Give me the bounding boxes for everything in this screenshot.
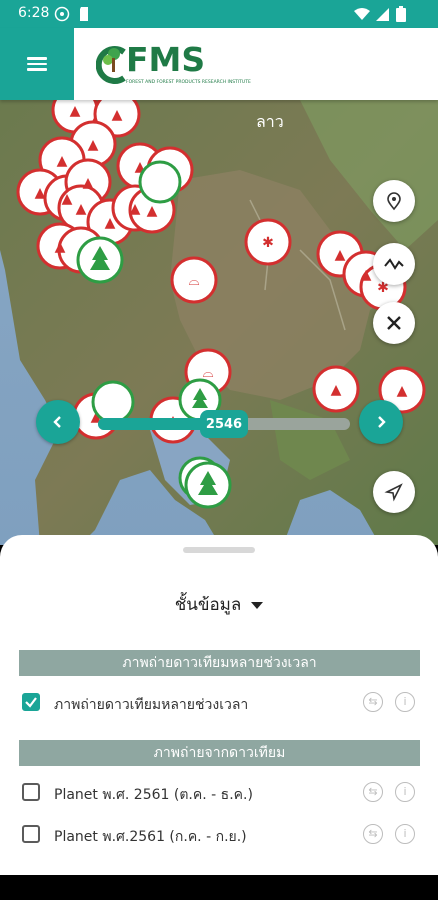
svg-text:▲: ▲ — [112, 107, 123, 123]
svg-text:✱: ✱ — [262, 235, 274, 251]
svg-text:▲: ▲ — [83, 175, 94, 191]
chevron-left-icon — [53, 416, 61, 428]
info-icon[interactable]: i — [395, 692, 415, 712]
measure-button[interactable] — [373, 243, 415, 285]
system-navigation-bar — [0, 875, 438, 900]
app-bar: FMS FOREST AND FOREST PRODUCTS RESEARCH … — [0, 28, 438, 100]
layer-selector[interactable]: ชั้นข้อมูล — [0, 591, 438, 618]
battery-icon — [396, 6, 406, 26]
layers-bottom-sheet: ชั้นข้อมูล ภาพถ่ายดาวเทียมหลายช่วงเวลา ภ… — [0, 535, 438, 875]
app-logo: FMS FOREST AND FOREST PRODUCTS RESEARCH … — [96, 40, 251, 92]
status-bar: 6:28 — [0, 0, 438, 28]
svg-text:⌓: ⌓ — [188, 273, 199, 289]
map-view[interactable]: ลาว ▲ ▲ ▲ ▲ ▲ ▲ ▲ ▲ ▲ ▲ ▲ ▲ ▲ ✱ ⌓ ▲ ▲ ✱ … — [0, 100, 438, 545]
previous-year-button[interactable] — [36, 400, 80, 444]
svg-text:▲: ▲ — [335, 247, 346, 263]
next-year-button[interactable] — [359, 400, 403, 444]
layer-row-planet-oct-dec[interactable]: Planet พ.ศ. 2561 (ต.ค. - ธ.ค.) ⇆ i — [19, 773, 420, 813]
my-location-button[interactable] — [373, 471, 415, 513]
check-icon — [25, 697, 37, 708]
opacity-icon[interactable]: ⇆ — [363, 692, 383, 712]
svg-text:▲: ▲ — [70, 103, 81, 119]
section-header-multitemporal: ภาพถ่ายดาวเทียมหลายช่วงเวลา — [19, 650, 420, 676]
settings-icon — [54, 6, 70, 26]
wifi-icon — [353, 6, 371, 26]
svg-text:▲: ▲ — [57, 153, 68, 169]
navigation-arrow-icon — [384, 483, 403, 502]
year-slider-thumb[interactable]: 2546 — [200, 410, 248, 438]
svg-text:▲: ▲ — [147, 203, 158, 219]
svg-text:▲: ▲ — [331, 382, 342, 398]
svg-text:▲: ▲ — [397, 383, 408, 399]
svg-text:▲: ▲ — [35, 185, 46, 201]
info-icon[interactable]: i — [395, 782, 415, 802]
sim-icon — [78, 6, 90, 26]
hamburger-icon — [27, 54, 47, 74]
svg-text:⌓: ⌓ — [202, 365, 213, 381]
info-icon[interactable]: i — [395, 824, 415, 844]
opacity-icon[interactable]: ⇆ — [363, 782, 383, 802]
svg-text:▲: ▲ — [76, 201, 87, 217]
checkbox[interactable] — [22, 693, 40, 711]
logo-subtitle: FOREST AND FOREST PRODUCTS RESEARCH INST… — [126, 80, 251, 85]
close-icon — [387, 316, 401, 330]
svg-text:▲: ▲ — [55, 239, 66, 255]
svg-text:▲: ▲ — [88, 137, 99, 153]
logo-text: FMS — [126, 40, 206, 79]
zigzag-icon — [384, 258, 404, 270]
caret-down-icon — [251, 601, 264, 609]
map-pin-icon — [387, 192, 401, 211]
layer-title: ชั้นข้อมูล — [174, 595, 242, 615]
signal-icon — [374, 6, 390, 26]
menu-button[interactable] — [0, 28, 74, 100]
svg-text:▲: ▲ — [130, 201, 141, 217]
layer-label: Planet พ.ศ. 2561 (ต.ค. - ธ.ค.) — [54, 787, 253, 803]
svg-text:▲: ▲ — [361, 267, 372, 283]
clear-button[interactable] — [373, 302, 415, 344]
layer-label: ภาพถ่ายดาวเทียมหลายช่วงเวลา — [54, 697, 249, 713]
layer-row-planet-jul-sep[interactable]: Planet พ.ศ.2561 (ก.ค. - ก.ย.) ⇆ i — [19, 815, 420, 855]
checkbox[interactable] — [22, 783, 40, 801]
svg-text:▲: ▲ — [62, 191, 73, 207]
location-pin-button[interactable] — [373, 180, 415, 222]
sheet-drag-handle[interactable] — [183, 547, 255, 553]
chevron-right-icon — [378, 416, 386, 428]
svg-text:▲: ▲ — [105, 215, 116, 231]
checkbox[interactable] — [22, 825, 40, 843]
layer-label: Planet พ.ศ.2561 (ก.ค. - ก.ย.) — [54, 829, 247, 845]
section-header-satellite: ภาพถ่ายจากดาวเทียม — [19, 740, 420, 766]
opacity-icon[interactable]: ⇆ — [363, 824, 383, 844]
layer-row-multitemporal[interactable]: ภาพถ่ายดาวเทียมหลายช่วงเวลา ⇆ i — [19, 683, 420, 723]
status-time: 6:28 — [18, 5, 50, 21]
